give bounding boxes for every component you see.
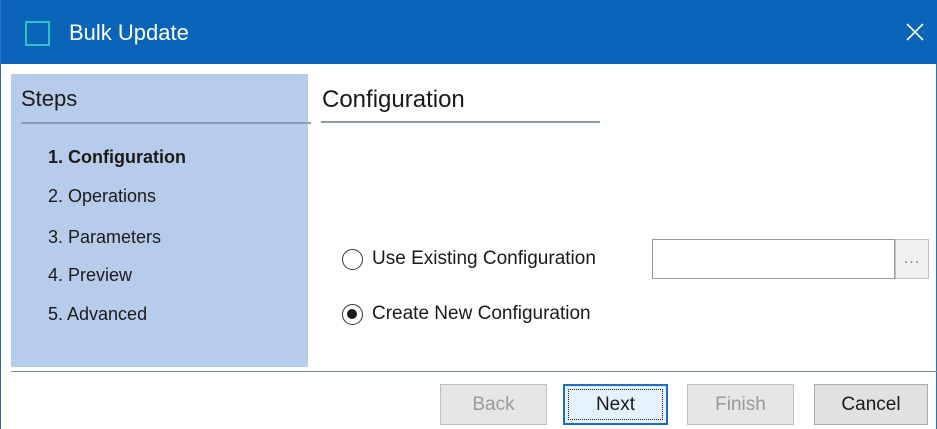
browse-button[interactable]: ...: [895, 239, 929, 279]
existing-configuration-input[interactable]: [652, 239, 895, 279]
next-button[interactable]: Next: [563, 384, 668, 425]
configuration-divider: [321, 121, 600, 123]
close-icon: [906, 23, 924, 41]
steps-header: Steps: [21, 86, 78, 111]
bottom-divider: [11, 371, 937, 372]
cancel-button-label: Cancel: [841, 393, 901, 415]
radio-unchecked-icon[interactable]: [342, 248, 363, 270]
step-item-parameters: 3. Parameters: [48, 227, 162, 247]
finish-button[interactable]: Finish: [687, 384, 794, 425]
configuration-header: Configuration: [322, 86, 465, 113]
title-bar[interactable]: Bulk Update: [1, 0, 937, 64]
create-new-configuration-label[interactable]: Create New Configuration: [372, 303, 591, 325]
step-item-advanced: 5. Advanced: [48, 304, 148, 324]
create-new-configuration-radio[interactable]: Create New Configuration: [342, 303, 591, 325]
back-button-label: Back: [472, 393, 515, 415]
finish-button-label: Finish: [715, 393, 766, 415]
use-existing-configuration-label[interactable]: Use Existing Configuration: [372, 248, 596, 270]
focus-ring: [568, 389, 663, 420]
cancel-button[interactable]: Cancel: [814, 384, 928, 425]
radio-checked-icon[interactable]: [342, 303, 363, 325]
steps-divider: [21, 122, 311, 124]
step-item-preview: 4. Preview: [48, 265, 133, 285]
app-icon: [25, 21, 50, 46]
close-button[interactable]: [892, 0, 937, 64]
step-item-operations: 2. Operations: [48, 186, 157, 206]
back-button[interactable]: Back: [440, 384, 547, 425]
steps-panel: Steps 1. Configuration 2. Operations 3. …: [11, 74, 311, 367]
bulk-update-dialog: Bulk Update Steps 1. Configuration 2. Op…: [0, 0, 937, 429]
use-existing-configuration-radio[interactable]: Use Existing Configuration: [342, 248, 596, 270]
step-item-configuration: 1. Configuration: [48, 147, 186, 167]
window-title: Bulk Update: [69, 20, 189, 45]
